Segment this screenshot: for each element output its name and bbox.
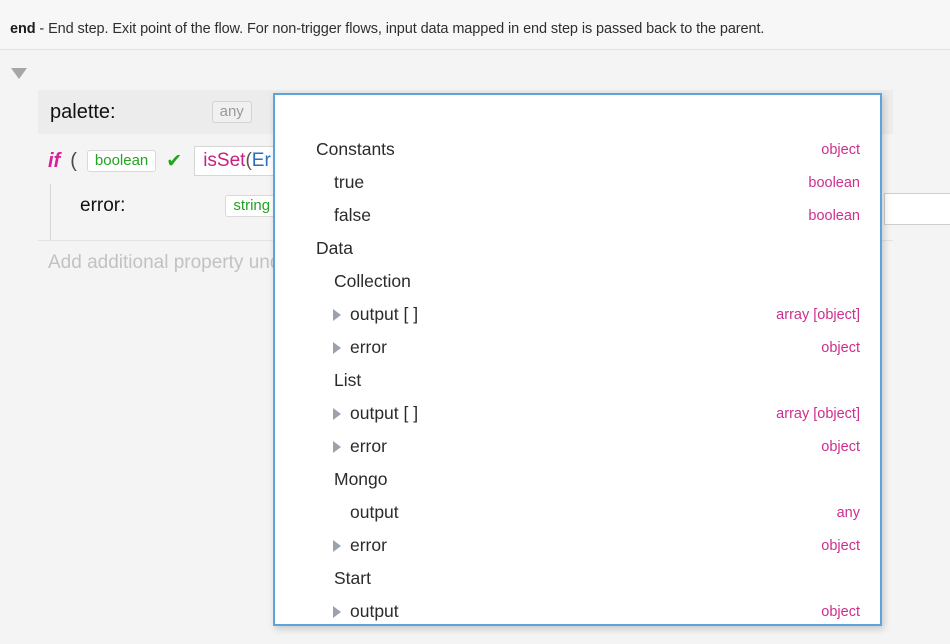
- triangle-right-icon[interactable]: [333, 407, 341, 420]
- suggestion-label: Constants: [316, 139, 395, 159]
- triangle-right-icon[interactable]: [333, 539, 341, 552]
- suggestion-item[interactable]: error object: [275, 331, 880, 364]
- suggestion-item[interactable]: Data: [275, 232, 880, 265]
- suggestion-item[interactable]: false boolean: [275, 199, 880, 232]
- suggestion-item[interactable]: error object: [275, 529, 880, 562]
- suggestion-label: error: [350, 436, 387, 456]
- step-description-body: - End step. Exit point of the flow. For …: [35, 21, 765, 37]
- if-type-chip[interactable]: boolean: [86, 150, 157, 172]
- suggestion-label: Data: [316, 238, 353, 258]
- suggestion-label: output [ ]: [350, 403, 419, 423]
- suggestion-label: error: [350, 535, 387, 555]
- suggestion-item[interactable]: output [ ] array [object]: [275, 397, 880, 430]
- triangle-right-icon[interactable]: [333, 308, 341, 321]
- suggestion-item[interactable]: error object: [275, 430, 880, 463]
- suggestion-item[interactable]: Mongo: [275, 463, 880, 496]
- suggestion-item[interactable]: output any: [275, 496, 880, 529]
- error-label: error:: [80, 195, 126, 216]
- suggestion-type-label: object: [821, 603, 860, 620]
- expression-function-name: isSet: [203, 150, 246, 171]
- suggestion-type-label: boolean: [808, 207, 860, 224]
- suggestion-type-label: array [object]: [776, 306, 860, 323]
- error-type-chip[interactable]: string: [225, 195, 279, 217]
- suggestion-label: output: [350, 502, 399, 522]
- suggestion-item[interactable]: output object: [275, 595, 880, 624]
- suggestion-item[interactable]: List: [275, 364, 880, 397]
- suggestion-item[interactable]: output [ ] array [object]: [275, 298, 880, 331]
- step-description-bar: end - End step. Exit point of the flow. …: [0, 0, 950, 50]
- suggestion-label: Mongo: [334, 469, 388, 489]
- suggestion-type-label: array [object]: [776, 405, 860, 422]
- background-value-input[interactable]: [884, 193, 950, 225]
- suggestion-type-label: object: [821, 438, 860, 455]
- suggestion-label: error: [350, 337, 387, 357]
- suggestion-label: true: [334, 172, 365, 192]
- triangle-right-icon[interactable]: [333, 605, 341, 618]
- if-keyword: if: [48, 149, 61, 172]
- indent-guide: [50, 184, 51, 240]
- palette-type-chip[interactable]: any: [211, 101, 252, 123]
- suggestion-type-label: object: [821, 339, 860, 356]
- suggestion-label: output: [350, 601, 399, 621]
- suggestion-type-label: boolean: [808, 174, 860, 191]
- step-name-label: end: [10, 21, 36, 37]
- triangle-right-icon[interactable]: [333, 341, 341, 354]
- suggestion-type-label: object: [821, 537, 860, 554]
- triangle-right-icon[interactable]: [333, 440, 341, 453]
- suggestion-item[interactable]: Constants object: [275, 133, 880, 166]
- suggestion-item[interactable]: Collection: [275, 265, 880, 298]
- autocomplete-panel: Constants object true boolean false boolean Da…: [273, 93, 882, 626]
- suggestion-label: Collection: [334, 271, 411, 291]
- triangle-down-icon[interactable]: [11, 68, 27, 79]
- suggestion-label: output [ ]: [350, 304, 419, 324]
- palette-label: palette:: [50, 100, 116, 123]
- expression-identifier: Er: [251, 150, 271, 171]
- suggestion-label: false: [334, 205, 371, 225]
- suggestion-label: Start: [334, 568, 371, 588]
- step-description-text: end - End step. Exit point of the flow. …: [10, 21, 764, 37]
- if-open-paren: (: [70, 149, 77, 172]
- suggestion-label: List: [334, 370, 362, 390]
- suggestion-type-label: any: [836, 504, 860, 521]
- suggestion-list: Constants object true boolean false boolean Da…: [275, 95, 880, 624]
- suggestion-item[interactable]: Start: [275, 562, 880, 595]
- check-icon: ✔: [166, 150, 183, 172]
- suggestion-type-label: object: [821, 141, 860, 158]
- suggestion-item[interactable]: true boolean: [275, 166, 880, 199]
